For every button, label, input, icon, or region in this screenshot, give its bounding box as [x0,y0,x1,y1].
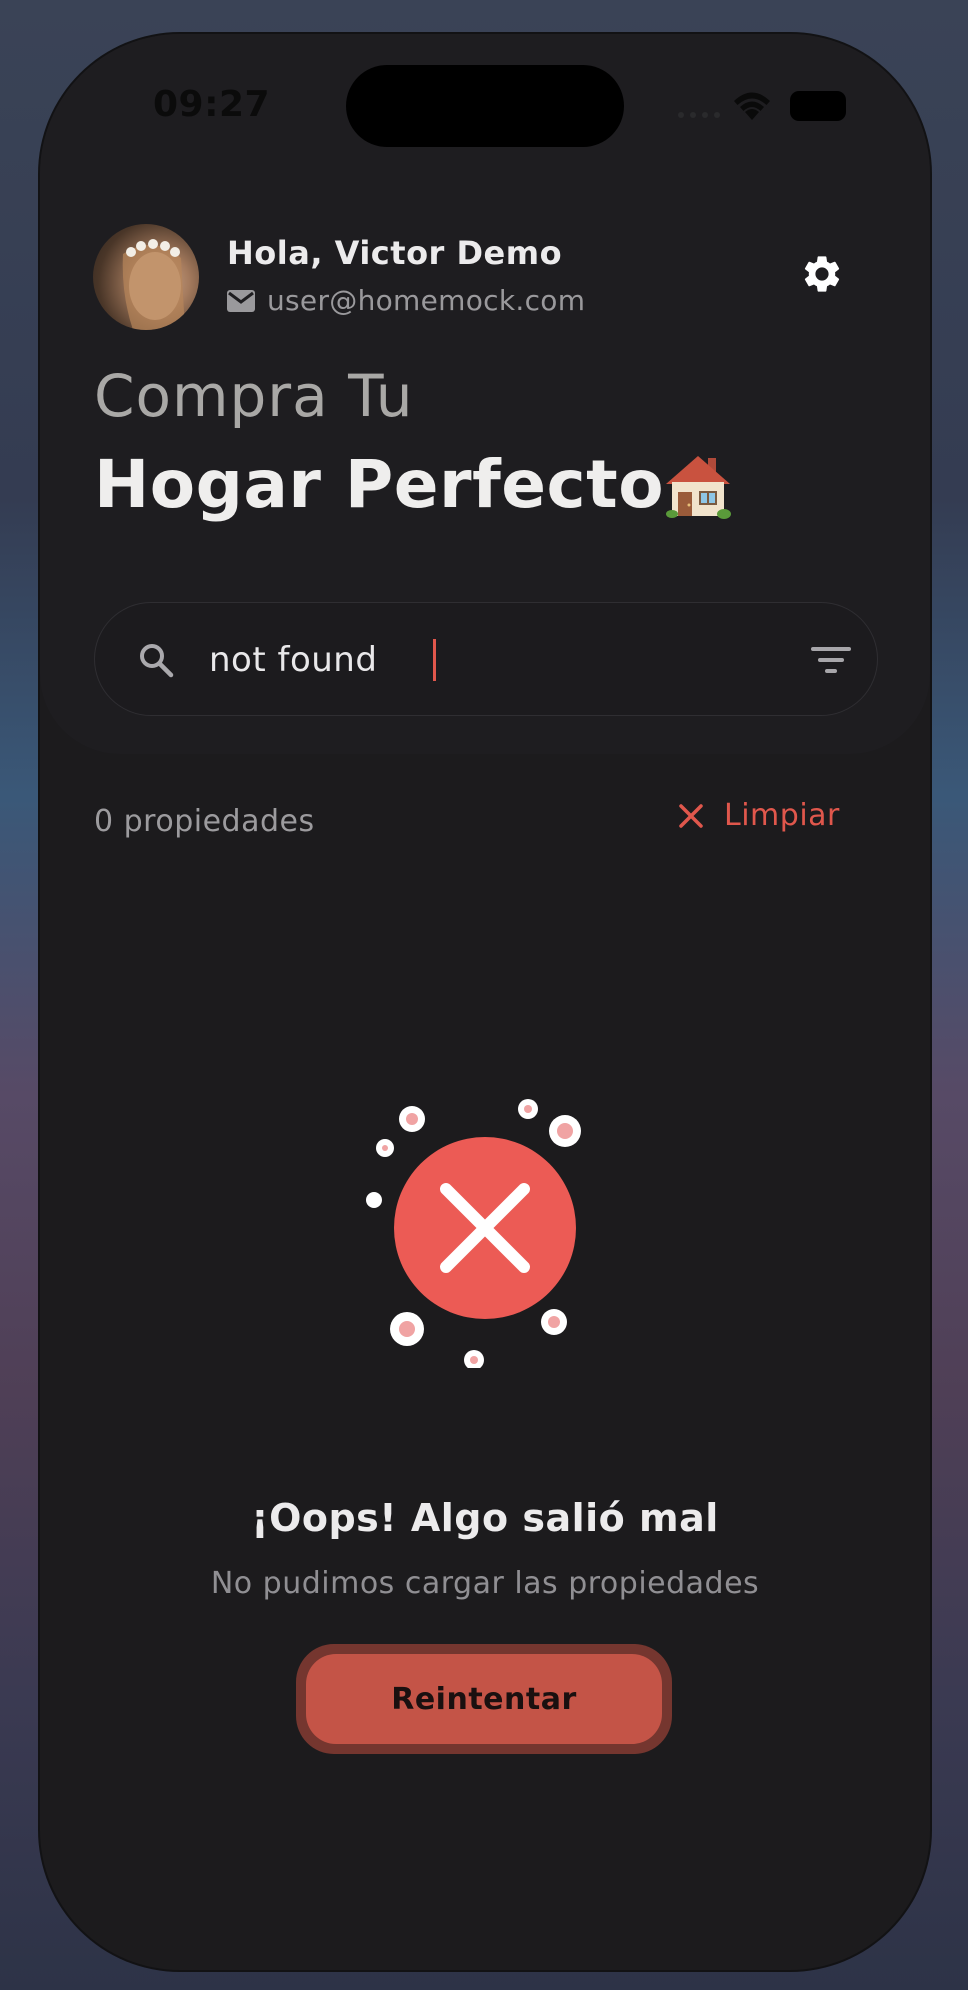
status-bar: 09:27 [40,34,930,174]
retry-button[interactable]: Reintentar [296,1644,672,1754]
title-bold: Hogar Perfecto [94,446,665,523]
search-input[interactable] [209,631,729,689]
error-illustration-icon [366,1099,581,1368]
error-subtitle: No pudimos cargar las propiedades [210,1566,760,1601]
battery-icon [790,91,846,121]
email-row: user@homemock.com [227,284,585,317]
close-icon [679,803,703,828]
greeting-text: Hola, Victor Demo [227,234,563,272]
status-time: 09:27 [153,84,271,125]
results-count: 0 propiedades [94,804,315,839]
gear-icon [804,256,840,292]
search-icon [140,644,174,678]
search-box[interactable] [94,602,878,716]
text-caret [433,639,436,681]
dynamic-island [346,65,624,147]
phone-screen: Hola, Victor Demo user@homemock.com Comp… [40,34,930,1970]
title-light: Compra Tu [94,362,414,430]
signal-icon [678,112,720,118]
mail-icon [227,289,255,312]
settings-button[interactable] [800,252,844,296]
clear-button[interactable]: Limpiar [678,798,840,833]
avatar[interactable] [93,224,199,330]
filter-icon[interactable] [809,643,853,677]
error-title: ¡Oops! Algo salió mal [251,1496,719,1540]
retry-label: Reintentar [391,1681,577,1717]
house-icon [666,456,731,519]
retry-button-inner[interactable]: Reintentar [306,1654,662,1744]
email-text: user@homemock.com [267,284,586,317]
clear-label: Limpiar [724,798,840,833]
wifi-icon [734,92,770,120]
